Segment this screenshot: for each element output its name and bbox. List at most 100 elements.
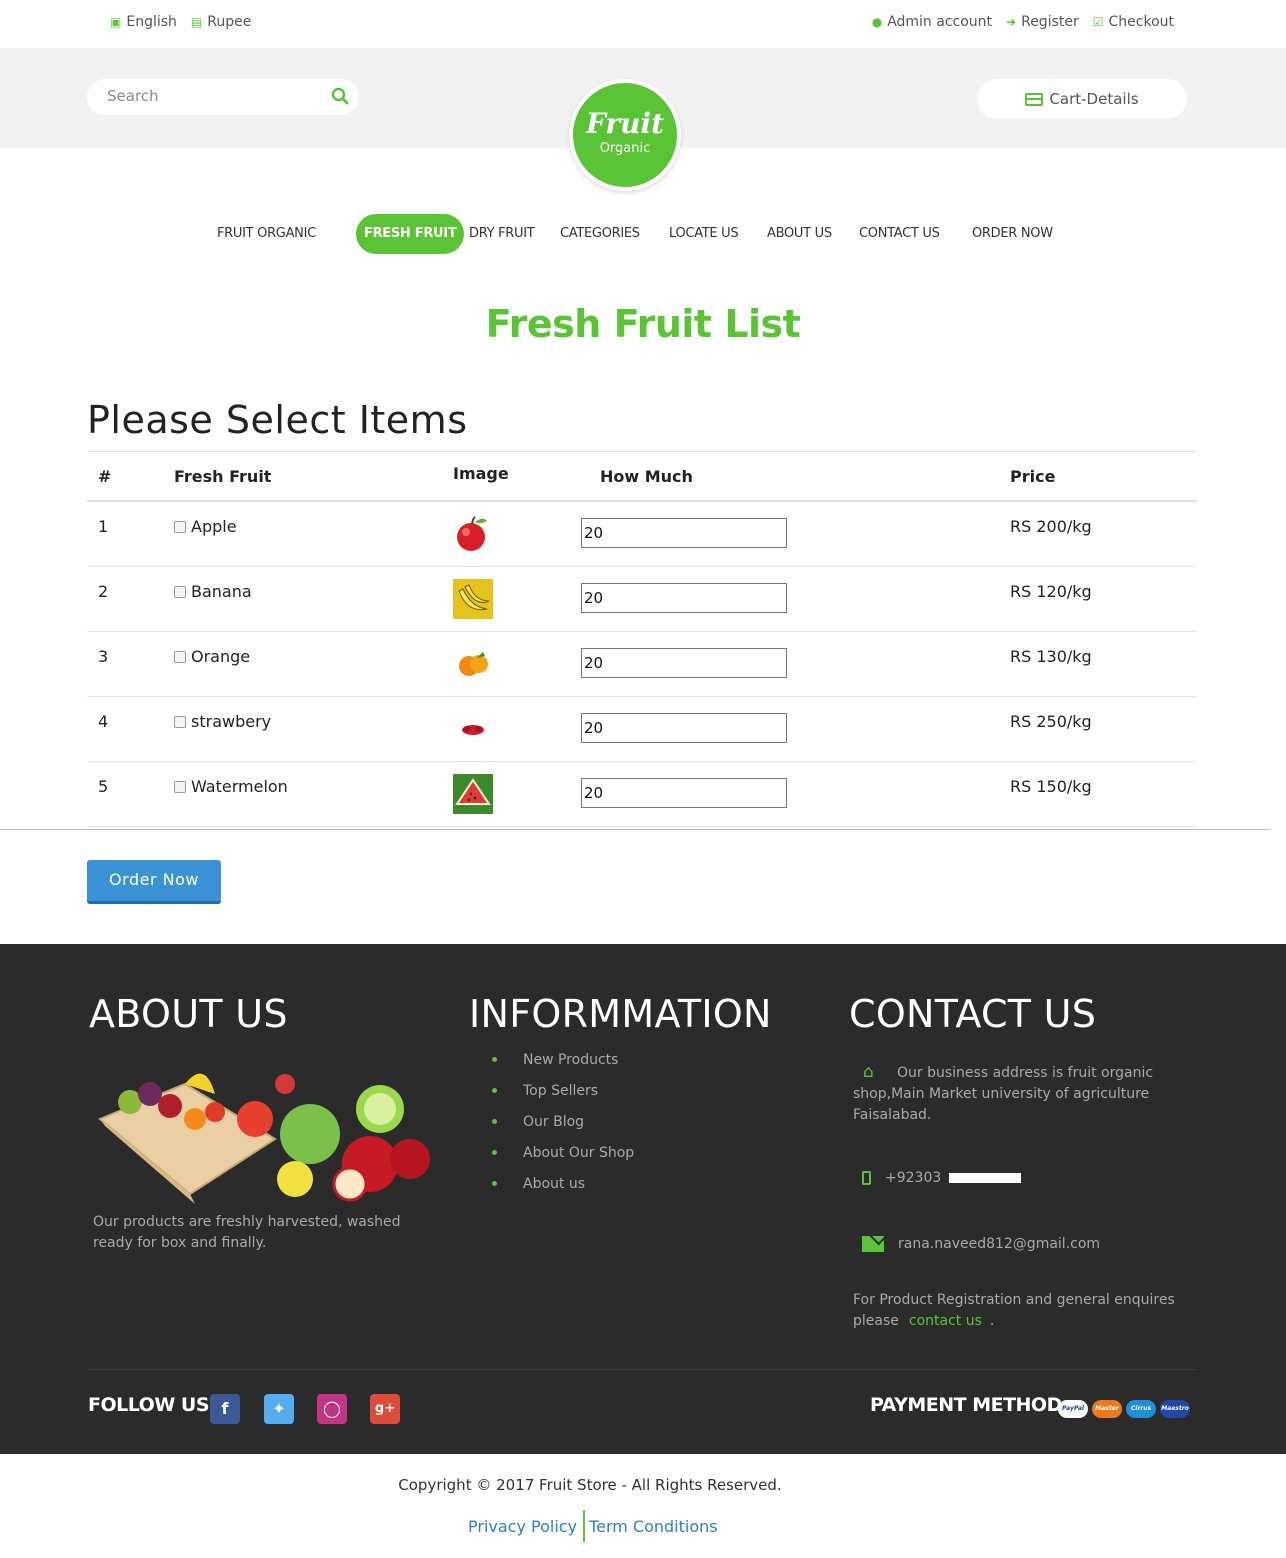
check-square-icon: ☑ bbox=[1092, 15, 1104, 29]
nav-fresh-fruit[interactable]: FRESH FRUIT bbox=[356, 214, 465, 254]
table-row: 5 Watermelon RS 150/kg bbox=[87, 761, 1197, 826]
money-icon: ▤ bbox=[190, 15, 203, 29]
contact-us-link[interactable]: contact us bbox=[909, 1313, 982, 1329]
quantity-input[interactable] bbox=[581, 648, 787, 678]
fruit-name: strawbery bbox=[191, 712, 272, 731]
price-cell: RS 120/kg bbox=[1010, 582, 1092, 601]
fruit-cell: Watermelon bbox=[174, 777, 288, 796]
select-checkbox[interactable] bbox=[174, 715, 186, 728]
info-link-top-sellers[interactable]: Top Sellers bbox=[492, 1083, 634, 1114]
table-header-row: # Fresh Fruit Image How Much Price bbox=[87, 451, 1197, 501]
contact-address: ⌂ Our business address is fruit organic s… bbox=[853, 1062, 1154, 1123]
col-header-fruit: Fresh Fruit bbox=[174, 467, 272, 486]
credit-card-icon bbox=[1025, 92, 1044, 106]
contact-enquiry: For Product Registration and general enq… bbox=[853, 1292, 1175, 1329]
nav-fruit-organic[interactable]: FRUIT ORGANIC bbox=[217, 214, 316, 254]
footer-info-title: INFORMMATION bbox=[469, 992, 772, 1036]
info-links: New Products Top Sellers Our Blog About … bbox=[492, 1052, 634, 1207]
envelope-icon bbox=[862, 1236, 884, 1252]
logo-subtitle: Organic bbox=[599, 141, 651, 156]
quantity-input[interactable] bbox=[581, 778, 787, 808]
facebook-icon[interactable]: f bbox=[210, 1394, 240, 1424]
col-header-price: Price bbox=[1010, 467, 1056, 486]
search-box bbox=[87, 79, 359, 115]
price-cell: RS 130/kg bbox=[1010, 647, 1092, 666]
info-link-about-us[interactable]: About us bbox=[492, 1176, 634, 1207]
fruit-cell: Banana bbox=[174, 582, 252, 601]
table-row: 4 strawbery RS 250/kg bbox=[87, 696, 1197, 761]
term-conditions-link[interactable]: Term Conditions bbox=[589, 1517, 718, 1536]
page-title: Fresh Fruit List bbox=[485, 302, 801, 346]
checkout-link[interactable]: ☑ Checkout bbox=[1093, 14, 1174, 30]
section-title: Please Select Items bbox=[87, 398, 468, 442]
site-logo[interactable]: Fruit Organic bbox=[569, 79, 681, 191]
footer: ABOUT US Our products are freshly harves… bbox=[0, 944, 1286, 1454]
mobile-icon bbox=[862, 1171, 871, 1185]
apple-image bbox=[453, 514, 493, 554]
fruit-name: Banana bbox=[191, 582, 252, 601]
table-row: 3 Orange RS 130/kg bbox=[87, 631, 1197, 696]
info-link-about-shop[interactable]: About Our Shop bbox=[492, 1145, 634, 1176]
register-link[interactable]: ➜ Register bbox=[1006, 14, 1079, 30]
legal-links: Privacy Policy Term Conditions bbox=[468, 1510, 718, 1542]
row-number: 2 bbox=[98, 582, 109, 601]
search-icon[interactable] bbox=[331, 87, 349, 105]
nav-order-now[interactable]: ORDER NOW bbox=[972, 214, 1053, 254]
fruit-cell: Orange bbox=[174, 647, 250, 666]
info-link-new-products[interactable]: New Products bbox=[492, 1052, 634, 1083]
select-checkbox[interactable] bbox=[174, 650, 186, 663]
google-plus-icon[interactable]: g+ bbox=[370, 1394, 400, 1424]
banana-image bbox=[453, 579, 493, 619]
redacted-phone bbox=[949, 1173, 1022, 1183]
home-icon: ⌂ bbox=[863, 1062, 874, 1082]
nav-dry-fruit[interactable]: DRY FRUIT bbox=[469, 214, 535, 254]
admin-account-link[interactable]: ● Admin account bbox=[872, 14, 992, 30]
privacy-policy-link[interactable]: Privacy Policy bbox=[468, 1517, 577, 1536]
payment-method-label: PAYMENT METHOD bbox=[870, 1394, 1062, 1416]
nav-contact-us[interactable]: CONTACT US bbox=[859, 214, 940, 254]
orange-image bbox=[453, 644, 493, 684]
quantity-input[interactable] bbox=[581, 583, 787, 613]
currency-selector[interactable]: ▤ Rupee bbox=[191, 14, 251, 30]
order-now-button[interactable]: Order Now bbox=[87, 860, 221, 904]
instagram-icon[interactable]: ◯ bbox=[317, 1394, 347, 1424]
col-header-quantity: How Much bbox=[600, 467, 693, 486]
quantity-input[interactable] bbox=[581, 713, 787, 743]
price-cell: RS 150/kg bbox=[1010, 777, 1092, 796]
select-checkbox[interactable] bbox=[174, 585, 186, 598]
search-input[interactable] bbox=[107, 87, 317, 105]
maestro-icon: Maestro bbox=[1160, 1400, 1190, 1418]
fruit-basket-image bbox=[98, 1073, 430, 1204]
twitter-icon[interactable]: ✦ bbox=[264, 1394, 294, 1424]
info-link-our-blog[interactable]: Our Blog bbox=[492, 1114, 634, 1145]
price-cell: RS 250/kg bbox=[1010, 712, 1092, 731]
nav-categories[interactable]: CATEGORIES bbox=[560, 214, 640, 254]
cart-details-button[interactable]: Cart-Details bbox=[977, 79, 1187, 119]
row-number: 1 bbox=[98, 517, 109, 536]
col-header-number: # bbox=[98, 467, 112, 486]
row-number: 4 bbox=[98, 712, 109, 731]
language-icon: ▣ bbox=[110, 15, 122, 29]
fruit-name: Watermelon bbox=[191, 777, 288, 796]
table-row: 1 Apple RS 200/kg bbox=[87, 501, 1197, 566]
user-icon: ● bbox=[871, 15, 883, 29]
fruit-cell: Apple bbox=[174, 517, 237, 536]
quantity-input[interactable] bbox=[581, 518, 787, 548]
select-checkbox[interactable] bbox=[174, 780, 186, 793]
select-checkbox[interactable] bbox=[174, 520, 186, 533]
contact-email: rana.naveed812@gmail.com bbox=[862, 1236, 1100, 1252]
watermelon-image bbox=[453, 774, 493, 814]
top-bar: ▣ English ▤ Rupee ● Admin account ➜ Regi… bbox=[0, 0, 1286, 48]
table-divider bbox=[87, 826, 1197, 827]
fruit-cell: strawbery bbox=[174, 712, 271, 731]
language-selector[interactable]: ▣ English bbox=[110, 14, 177, 30]
main-nav: FRUIT ORGANIC FRESH FRUIT DRY FRUIT CATE… bbox=[0, 214, 1286, 254]
mastercard-icon: Master bbox=[1092, 1400, 1122, 1418]
row-number: 5 bbox=[98, 777, 109, 796]
col-header-image: Image bbox=[453, 464, 509, 483]
logo-title: Fruit bbox=[585, 107, 665, 140]
contact-phone: +92303 bbox=[862, 1170, 1022, 1186]
nav-about-us[interactable]: ABOUT US bbox=[767, 214, 832, 254]
paypal-icon: PayPal bbox=[1058, 1400, 1088, 1418]
nav-locate-us[interactable]: LOCATE US bbox=[669, 214, 739, 254]
